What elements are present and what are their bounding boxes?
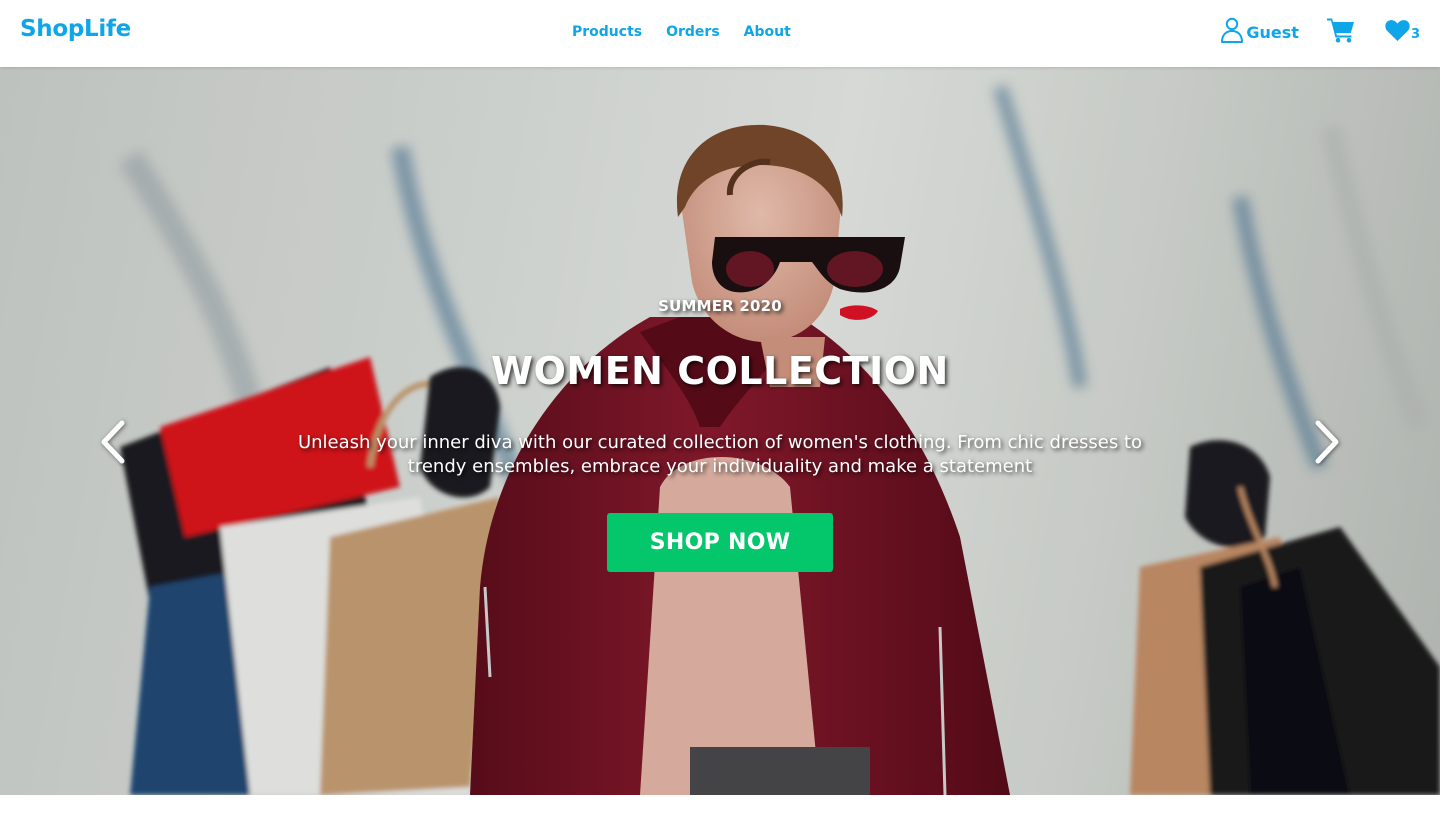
user-label: Guest — [1246, 22, 1299, 42]
wishlist-count-badge: 3 — [1410, 26, 1420, 42]
hero-subtitle: SUMMER 2020 — [658, 297, 782, 315]
hero-title: WOMEN COLLECTION — [491, 349, 949, 393]
nav-link-about[interactable]: About — [744, 24, 791, 40]
cart-button[interactable] — [1326, 17, 1355, 43]
user-icon — [1221, 17, 1244, 43]
cart-icon — [1326, 18, 1354, 43]
brand-logo[interactable]: ShopLife — [20, 16, 131, 42]
hero-description: Unleash your inner diva with our curated… — [297, 432, 1143, 477]
nav-link-products[interactable]: Products — [572, 24, 642, 40]
hero-content: SUMMER 2020 WOMEN COLLECTION Unleash you… — [0, 297, 1440, 572]
nav-link-orders[interactable]: Orders — [666, 24, 720, 40]
main-nav: Products Orders About — [572, 24, 815, 40]
hero-carousel: SUMMER 2020 WOMEN COLLECTION Unleash you… — [0, 67, 1440, 795]
shop-now-button[interactable]: SHOP NOW — [607, 513, 833, 572]
header-actions: Guest 3 — [1220, 17, 1420, 43]
user-account-link[interactable]: Guest — [1220, 17, 1299, 43]
top-navbar: ShopLife Products Orders About Guest 3 — [0, 0, 1440, 67]
wishlist-button[interactable]: 3 — [1385, 19, 1420, 42]
heart-icon — [1385, 19, 1410, 41]
